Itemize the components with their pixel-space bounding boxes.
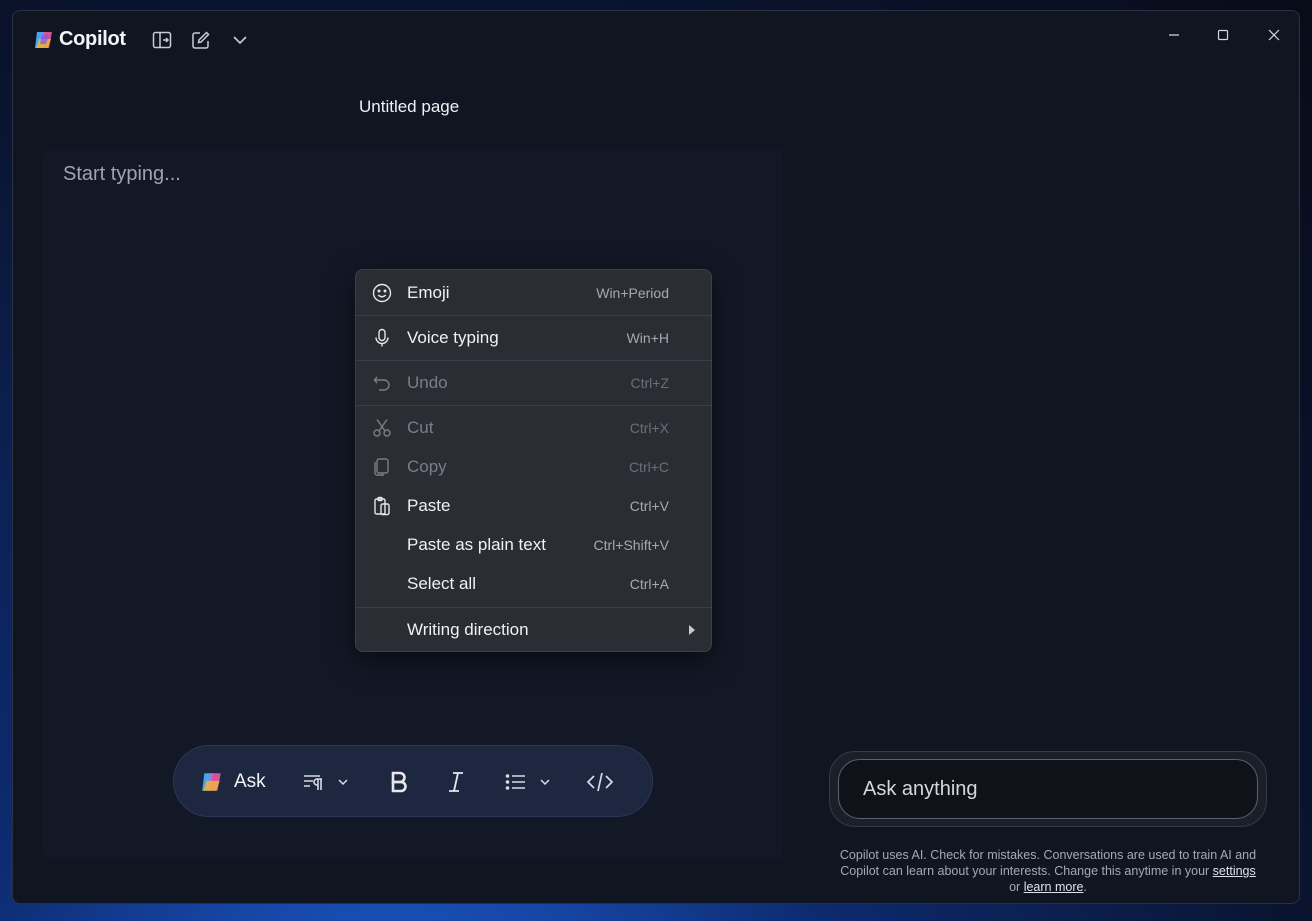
close-button[interactable] bbox=[1254, 23, 1294, 47]
menu-separator bbox=[356, 360, 711, 361]
menu-separator bbox=[356, 405, 711, 406]
app-title: Copilot bbox=[59, 28, 126, 50]
sidebar-toggle-button[interactable] bbox=[149, 27, 175, 53]
menu-label: Emoji bbox=[407, 283, 450, 302]
ask-label: Ask bbox=[234, 771, 266, 792]
menu-item-cut[interactable]: Cut Ctrl+X bbox=[360, 410, 707, 446]
microphone-icon bbox=[375, 328, 389, 347]
menu-shortcut: Ctrl+Z bbox=[630, 375, 670, 391]
list-button[interactable] bbox=[504, 768, 552, 796]
undo-icon bbox=[373, 376, 390, 391]
menu-label: Undo bbox=[407, 373, 448, 392]
ask-anything-input[interactable] bbox=[838, 759, 1258, 819]
menu-label: Copy bbox=[407, 457, 447, 476]
italic-button[interactable] bbox=[445, 768, 467, 796]
disclaimer-end: . bbox=[1083, 880, 1087, 894]
more-menu-button[interactable] bbox=[227, 27, 253, 53]
menu-shortcut: Ctrl+X bbox=[629, 420, 669, 436]
emoji-icon bbox=[372, 283, 392, 303]
menu-label: Paste bbox=[407, 496, 451, 515]
code-icon bbox=[586, 772, 614, 792]
edit-icon bbox=[192, 31, 210, 49]
disclaimer-text: Copilot uses AI. Check for mistakes. Con… bbox=[839, 848, 1257, 878]
menu-label: Select all bbox=[407, 574, 476, 593]
context-menu: Emoji Win+Period Voice typing Win+H Undo… bbox=[355, 269, 712, 652]
settings-link[interactable]: settings bbox=[1213, 864, 1256, 878]
copy-icon bbox=[374, 458, 389, 476]
menu-shortcut: Win+H bbox=[626, 330, 669, 346]
menu-shortcut: Ctrl+C bbox=[628, 459, 669, 475]
new-page-button[interactable] bbox=[188, 27, 214, 53]
paragraph-style-button[interactable] bbox=[302, 768, 350, 796]
close-icon bbox=[1268, 29, 1280, 41]
sidebar-icon bbox=[152, 31, 172, 49]
bold-button[interactable] bbox=[388, 768, 410, 796]
menu-separator bbox=[356, 607, 711, 608]
chevron-down-icon bbox=[338, 779, 348, 786]
menu-shortcut: Ctrl+Shift+V bbox=[593, 537, 669, 553]
menu-item-voice-typing[interactable]: Voice typing Win+H bbox=[360, 320, 707, 356]
menu-shortcut: Ctrl+V bbox=[629, 498, 669, 514]
copilot-logo-icon bbox=[202, 773, 221, 791]
paste-icon bbox=[374, 496, 390, 516]
menu-item-copy[interactable]: Copy Ctrl+C bbox=[360, 449, 707, 485]
menu-item-paste[interactable]: Paste Ctrl+V bbox=[360, 488, 707, 524]
maximize-icon bbox=[1217, 29, 1229, 41]
menu-shortcut: Ctrl+A bbox=[629, 576, 669, 592]
list-icon bbox=[505, 774, 525, 790]
menu-label: Writing direction bbox=[407, 620, 529, 639]
copilot-window: Copilot Untitled page Start typing... Em… bbox=[12, 10, 1300, 904]
minimize-icon bbox=[1169, 34, 1179, 36]
menu-label: Cut bbox=[407, 418, 434, 437]
menu-item-undo[interactable]: Undo Ctrl+Z bbox=[360, 365, 707, 401]
menu-item-writing-direction[interactable]: Writing direction bbox=[360, 612, 707, 648]
chevron-down-icon bbox=[233, 36, 247, 45]
menu-separator bbox=[356, 315, 711, 316]
editor-placeholder: Start typing... bbox=[63, 163, 181, 185]
learn-more-link[interactable]: learn more bbox=[1024, 880, 1084, 894]
italic-icon bbox=[449, 772, 463, 792]
disclaimer-or: or bbox=[1009, 880, 1021, 894]
chevron-down-icon bbox=[540, 779, 550, 786]
menu-shortcut: Win+Period bbox=[596, 285, 669, 301]
menu-item-emoji[interactable]: Emoji Win+Period bbox=[360, 275, 707, 311]
menu-item-paste-plain-text[interactable]: Paste as plain text Ctrl+Shift+V bbox=[360, 527, 707, 563]
menu-item-select-all[interactable]: Select all Ctrl+A bbox=[360, 566, 707, 602]
chat-input-container bbox=[829, 751, 1267, 827]
code-button[interactable] bbox=[586, 768, 614, 796]
formatting-toolbar: Ask bbox=[173, 745, 653, 817]
copilot-logo-icon bbox=[35, 32, 52, 48]
ask-button[interactable]: Ask bbox=[200, 768, 266, 796]
page-title[interactable]: Untitled page bbox=[359, 97, 459, 117]
scissors-icon bbox=[373, 419, 391, 437]
ai-disclaimer: Copilot uses AI. Check for mistakes. Con… bbox=[839, 847, 1257, 895]
maximize-button[interactable] bbox=[1203, 23, 1243, 47]
title-bar: Copilot bbox=[13, 11, 1299, 67]
menu-label: Paste as plain text bbox=[407, 535, 546, 554]
chevron-right-icon bbox=[689, 625, 695, 635]
paragraph-style-icon bbox=[304, 775, 322, 790]
bold-icon bbox=[391, 771, 407, 793]
minimize-button[interactable] bbox=[1154, 23, 1194, 47]
menu-label: Voice typing bbox=[407, 328, 499, 347]
